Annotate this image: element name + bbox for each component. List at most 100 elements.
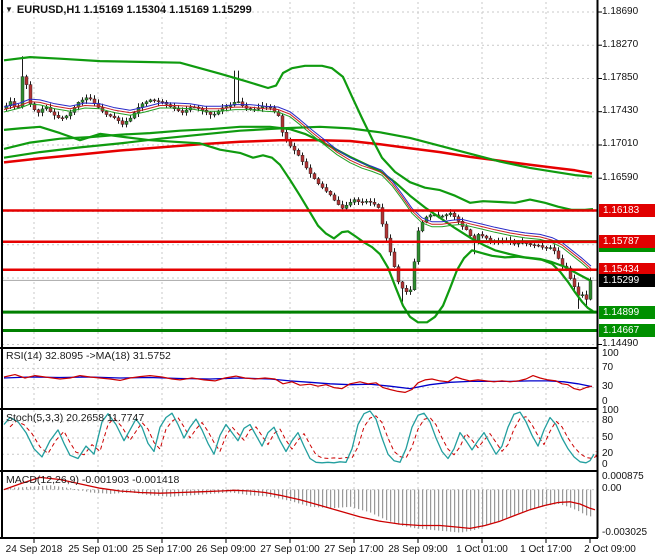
candle-body <box>552 247 557 252</box>
candle-body <box>44 107 49 110</box>
candle-body <box>292 145 297 151</box>
rsi-indicator-label: RSI(14) 32.8095 ->MA(18) 31.5752 <box>6 350 171 362</box>
macd-histogram-bar <box>502 489 504 520</box>
candle-body <box>556 250 561 259</box>
candle-body <box>24 76 29 85</box>
candle-body <box>36 109 41 113</box>
macd-histogram-bar <box>510 489 512 517</box>
macd-histogram-bar <box>538 489 540 508</box>
macd-histogram-bar <box>302 489 304 505</box>
candle-body <box>112 115 117 118</box>
time-axis-label: 1 Oct 17:00 <box>520 544 572 555</box>
candle-body <box>308 167 313 174</box>
stoch-axis-label: 100 <box>602 404 619 416</box>
macd-histogram-bar <box>398 489 400 525</box>
macd-histogram-bar <box>294 489 296 503</box>
candle-body <box>548 247 553 249</box>
candle-body <box>416 230 421 262</box>
macd-histogram-bar <box>30 486 32 490</box>
rsi-line <box>3 374 593 393</box>
stoch-axis-label: 80 <box>602 415 614 427</box>
price-axis-label: 1.17850 <box>602 71 639 83</box>
macd-histogram-bar <box>426 489 428 530</box>
macd-histogram-bar <box>478 489 480 529</box>
macd-histogram-bar <box>522 489 524 512</box>
macd-axis-label: -0.003025 <box>602 526 648 538</box>
macd-histogram-bar <box>358 489 360 510</box>
candle-body <box>448 212 453 215</box>
macd-histogram-bar <box>14 487 16 490</box>
ma-ribbon-line <box>3 103 592 272</box>
time-axis-label: 27 Sep 17:00 <box>324 544 384 555</box>
candle-body <box>536 244 541 247</box>
candle-body <box>120 120 125 125</box>
candle-body <box>124 120 129 125</box>
macd-histogram-bar <box>74 489 76 490</box>
price-badge: 1.14899 <box>599 305 655 319</box>
trading-chart-window: ▼ EURUSD,H1 1.15169 1.15304 1.15169 1.152… <box>0 0 660 560</box>
price-axis-label: 1.17430 <box>602 105 639 117</box>
rsi-ma-line <box>3 376 593 390</box>
macd-histogram-bar <box>430 489 432 530</box>
candle-body <box>456 216 461 222</box>
macd-histogram-bar <box>466 489 468 532</box>
candle-body <box>148 99 153 103</box>
macd-histogram-bar <box>290 489 292 502</box>
macd-histogram-bar <box>106 489 108 494</box>
candle-body <box>348 201 353 206</box>
candle-body <box>444 214 449 217</box>
macd-histogram-bar <box>330 489 332 509</box>
macd-histogram-bar <box>470 489 472 531</box>
upper-band-line <box>3 55 594 211</box>
candle-body <box>156 100 161 102</box>
macd-histogram-bar <box>446 489 448 532</box>
candle-body <box>40 108 45 113</box>
candle-body <box>176 108 181 111</box>
candle-body <box>80 99 85 103</box>
candle-body <box>532 244 537 246</box>
symbol-dropdown-icon[interactable]: ▼ <box>5 5 13 14</box>
macd-histogram-bar <box>306 489 308 506</box>
candle-body <box>296 149 301 156</box>
candle-body <box>152 99 157 102</box>
candle-body <box>28 84 33 104</box>
macd-histogram-bar <box>482 489 484 528</box>
macd-histogram-bar <box>514 489 516 515</box>
macd-histogram-bar <box>406 489 408 527</box>
candle-body <box>388 237 393 253</box>
macd-histogram-bar <box>422 489 424 529</box>
candle-body <box>336 199 341 205</box>
price-axis-label: 1.16590 <box>602 171 639 183</box>
candle-body <box>452 212 457 218</box>
macd-histogram-bar <box>578 489 580 512</box>
candle-body <box>356 199 361 202</box>
candle-body <box>316 178 321 184</box>
candle-body <box>580 294 585 296</box>
macd-histogram-bar <box>142 489 144 495</box>
candle-body <box>340 204 345 209</box>
candle-body <box>360 201 365 203</box>
macd-histogram-bar <box>46 485 48 490</box>
macd-histogram-bar <box>546 489 548 506</box>
candle-body <box>324 187 329 192</box>
macd-histogram-bar <box>98 489 100 493</box>
chart-title: EURUSD,H1 1.15169 1.15304 1.15169 1.1529… <box>16 4 252 16</box>
candle-body <box>588 280 593 300</box>
macd-histogram-bar <box>362 489 364 511</box>
candle-body <box>68 112 73 117</box>
candle-body <box>300 155 305 162</box>
macd-histogram-bar <box>542 489 544 507</box>
candle-body <box>364 200 369 203</box>
candle-body <box>108 114 113 117</box>
macd-histogram-bar <box>506 489 508 518</box>
candle-body <box>92 98 97 104</box>
candle-body <box>84 97 89 101</box>
macd-histogram-bar <box>350 489 352 507</box>
candle-body <box>368 200 373 203</box>
candle-body <box>544 247 549 249</box>
macd-histogram-bar <box>390 489 392 522</box>
candle-body <box>240 101 245 107</box>
time-axis-label: 2 Oct 09:00 <box>584 544 636 555</box>
price-badge: 1.14667 <box>599 323 655 337</box>
macd-histogram-bar <box>414 489 416 529</box>
